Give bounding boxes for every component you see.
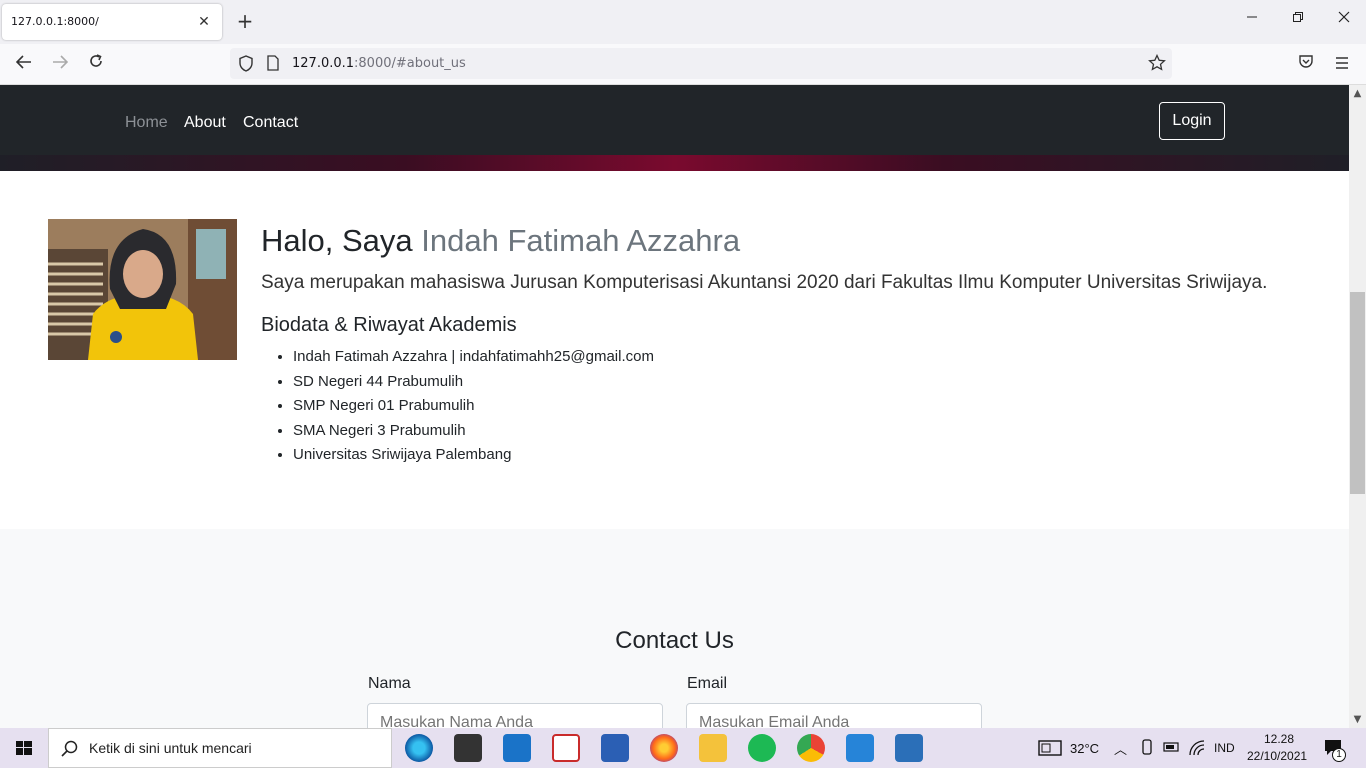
clock-date[interactable]: 22/10/2021 xyxy=(1247,749,1307,763)
search-placeholder: Ketik di sini untuk mencari xyxy=(89,740,252,756)
url-path: :8000/#about_us xyxy=(354,56,466,71)
contact-heading: Contact Us xyxy=(615,627,734,654)
chevron-up-icon[interactable]: ︿ xyxy=(1114,739,1127,758)
back-icon[interactable] xyxy=(11,52,37,76)
minimize-icon[interactable] xyxy=(1237,8,1267,36)
network-device-icon[interactable] xyxy=(1140,739,1154,758)
search-icon xyxy=(61,740,79,762)
email-label: Email xyxy=(687,675,728,692)
greeting-text: Halo, Saya xyxy=(261,223,422,258)
scroll-thumb[interactable] xyxy=(1350,292,1365,494)
address-bar[interactable]: 127.0.0.1:8000/#about_us xyxy=(230,48,1172,79)
wifi-icon[interactable] xyxy=(1189,740,1205,759)
scroll-down-icon[interactable]: ▼ xyxy=(1349,711,1366,728)
shield-icon[interactable] xyxy=(238,55,254,76)
new-tab-icon[interactable]: + xyxy=(234,10,256,32)
biodata-heading: Biodata & Riwayat Akademis xyxy=(261,314,517,336)
battery-icon[interactable] xyxy=(1163,741,1181,756)
gift-icon[interactable] xyxy=(552,734,580,762)
chrome-icon[interactable] xyxy=(797,734,825,762)
list-item: Indah Fatimah Azzahra | indahfatimahh25@… xyxy=(293,347,654,372)
taskbar: Ketik di sini untuk mencari 32°C ︿ IND 1… xyxy=(0,728,1366,768)
browser-tab[interactable]: 127.0.0.1:8000/ ✕ xyxy=(2,4,222,40)
tab-strip: 127.0.0.1:8000/ ✕ + xyxy=(0,0,1366,44)
restore-icon[interactable] xyxy=(1283,8,1313,36)
list-item: Universitas Sriwijaya Palembang xyxy=(293,445,654,470)
file-explorer-icon[interactable] xyxy=(699,734,727,762)
forward-icon[interactable] xyxy=(47,52,73,76)
about-heading: Halo, Saya Indah Fatimah Azzahra xyxy=(261,223,740,259)
name-input[interactable] xyxy=(367,703,663,728)
windows-start-icon[interactable] xyxy=(0,728,48,768)
firefox-icon[interactable] xyxy=(650,734,678,762)
biodata-list: Indah Fatimah Azzahra | indahfatimahh25@… xyxy=(293,347,654,470)
browser-window: 127.0.0.1:8000/ ✕ + 127.0.0.1:8000/#abou… xyxy=(0,0,1366,768)
scroll-up-icon[interactable]: ▲ xyxy=(1349,85,1366,102)
reload-icon[interactable] xyxy=(83,52,109,76)
page-scrollbar[interactable]: ▲ ▼ xyxy=(1349,85,1366,728)
clock-time[interactable]: 12.28 xyxy=(1264,732,1294,746)
spotify-icon[interactable] xyxy=(748,734,776,762)
page-viewport: Home About Contact Login Halo, Saya Inda… xyxy=(0,85,1349,728)
close-window-icon[interactable] xyxy=(1329,8,1359,36)
weather-icon[interactable] xyxy=(1038,740,1062,760)
list-item: SMA Negeri 3 Prabumulih xyxy=(293,421,654,446)
url-host: 127.0.0.1 xyxy=(292,56,355,71)
tab-close-icon[interactable]: ✕ xyxy=(194,12,214,32)
profile-name: Indah Fatimah Azzahra xyxy=(421,223,741,258)
contact-section: Contact Us Nama Email xyxy=(0,529,1349,728)
menu-icon[interactable] xyxy=(1329,52,1355,76)
word-icon[interactable] xyxy=(601,734,629,762)
pocket-icon[interactable] xyxy=(1293,52,1319,76)
edge-icon[interactable] xyxy=(405,734,433,762)
bookmark-star-icon[interactable] xyxy=(1148,53,1166,76)
url-text[interactable]: 127.0.0.1:8000/#about_us xyxy=(292,56,466,71)
weather-text[interactable]: 32°C xyxy=(1070,741,1099,756)
email-input[interactable] xyxy=(686,703,982,728)
site-navbar: Home About Contact Login xyxy=(0,85,1349,171)
language-indicator[interactable]: IND xyxy=(1214,741,1235,755)
profile-photo xyxy=(48,219,237,360)
vscode-icon[interactable] xyxy=(846,734,874,762)
nav-link-contact[interactable]: Contact xyxy=(243,114,298,132)
login-button[interactable]: Login xyxy=(1159,102,1225,140)
store-icon[interactable] xyxy=(454,734,482,762)
browser-toolbar: 127.0.0.1:8000/#about_us xyxy=(0,44,1366,85)
list-item: SMP Negeri 01 Prabumulih xyxy=(293,396,654,421)
name-label: Nama xyxy=(368,675,411,692)
nav-link-about[interactable]: About xyxy=(184,114,226,132)
nav-link-home[interactable]: Home xyxy=(125,114,168,132)
navbar-glow xyxy=(0,155,1349,171)
page-icon[interactable] xyxy=(266,55,280,75)
notification-count: 1 xyxy=(1332,748,1346,762)
list-item: SD Negeri 44 Prabumulih xyxy=(293,372,654,397)
tab-title: 127.0.0.1:8000/ xyxy=(11,15,99,28)
about-lead: Saya merupakan mahasiswa Jurusan Kompute… xyxy=(261,272,1268,293)
mail-icon[interactable] xyxy=(503,734,531,762)
photos-icon[interactable] xyxy=(895,734,923,762)
taskbar-search[interactable]: Ketik di sini untuk mencari xyxy=(48,728,392,768)
